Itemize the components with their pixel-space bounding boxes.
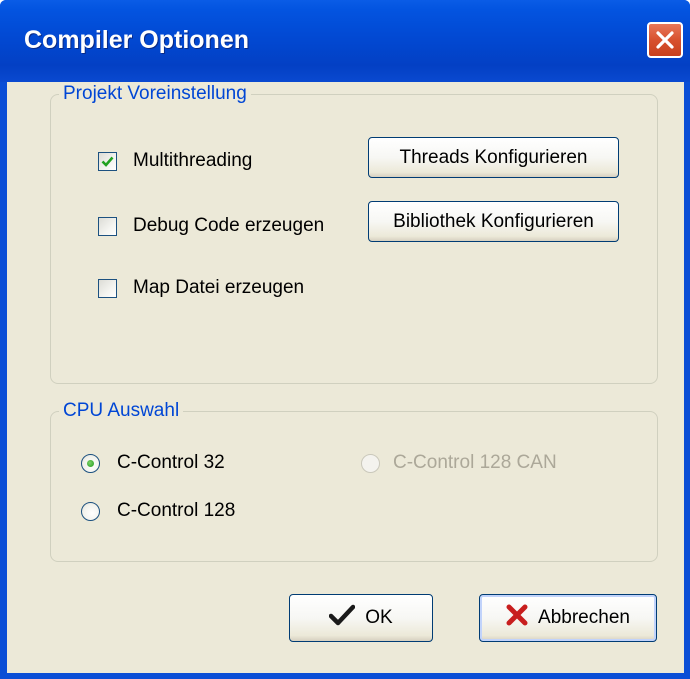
threads-configure-button[interactable]: Threads Konfigurieren <box>368 137 619 178</box>
dialog-window: Compiler Optionen Projekt Voreinstellung… <box>0 0 690 679</box>
map-file-checkbox[interactable] <box>98 279 117 298</box>
cpu-label-cc32[interactable]: C-Control 32 <box>117 452 225 474</box>
ok-button[interactable]: OK <box>289 594 433 642</box>
cpu-selection-group: CPU Auswahl <box>50 400 658 562</box>
ok-label: OK <box>365 607 393 628</box>
library-configure-button[interactable]: Bibliothek Konfigurieren <box>368 201 619 242</box>
cpu-label-cc128[interactable]: C-Control 128 <box>117 500 235 522</box>
cancel-label: Abbrechen <box>538 607 630 628</box>
map-file-label[interactable]: Map Datei erzeugen <box>133 277 304 299</box>
debug-code-label[interactable]: Debug Code erzeugen <box>133 215 324 237</box>
window-title: Compiler Optionen <box>24 26 249 54</box>
debug-code-checkbox[interactable] <box>98 217 117 236</box>
radio-selected-dot <box>87 460 94 467</box>
cpu-selection-legend: CPU Auswahl <box>63 400 180 421</box>
close-button[interactable] <box>647 22 683 58</box>
title-bar[interactable]: Compiler Optionen <box>0 0 690 82</box>
multithreading-checkbox[interactable] <box>98 152 117 171</box>
cpu-radio-cc128-can <box>361 454 380 473</box>
project-settings-legend: Projekt Voreinstellung <box>63 83 247 104</box>
dialog-client-area: Projekt Voreinstellung Multithreading De… <box>7 82 684 673</box>
cpu-radio-cc128[interactable] <box>81 502 100 521</box>
cpu-label-cc128-can: C-Control 128 CAN <box>393 452 557 473</box>
multithreading-label[interactable]: Multithreading <box>133 150 252 172</box>
cpu-radio-cc32[interactable] <box>81 454 100 473</box>
checkmark-icon <box>329 604 356 632</box>
checkmark-icon <box>101 156 114 167</box>
cancel-button[interactable]: Abbrechen <box>479 594 657 642</box>
red-x-icon <box>506 604 528 632</box>
